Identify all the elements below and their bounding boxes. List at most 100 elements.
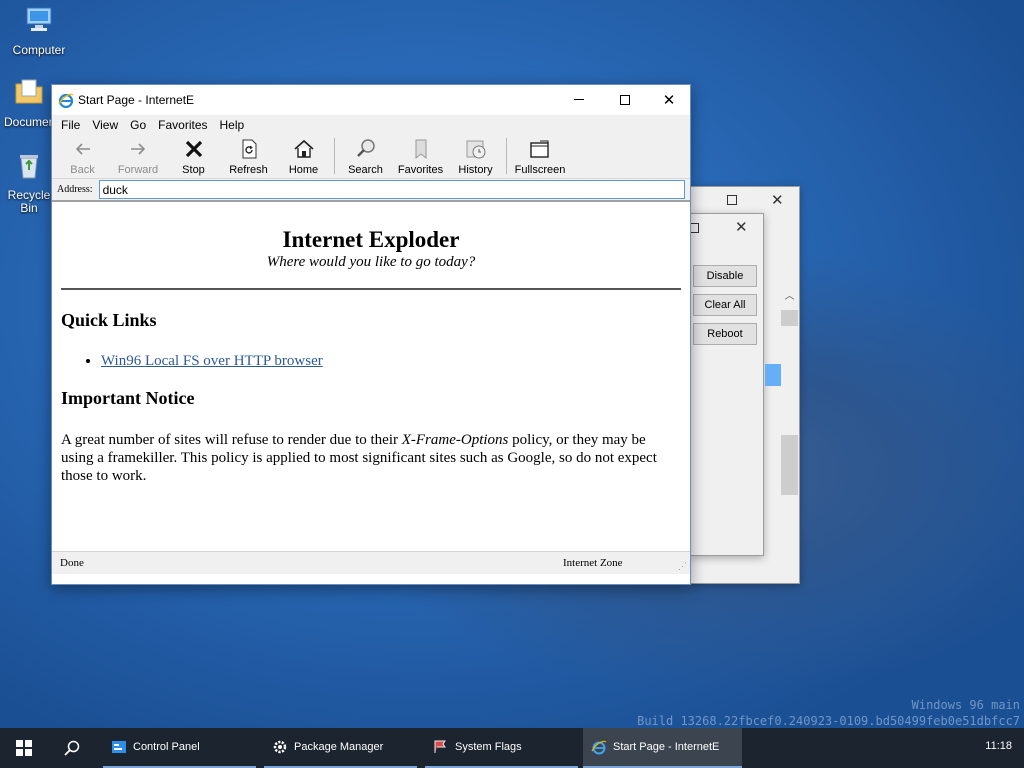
menu-go[interactable]: Go bbox=[124, 118, 152, 132]
divider bbox=[61, 288, 681, 290]
desktop-icon-computer[interactable]: Computer bbox=[4, 4, 74, 57]
minimize-icon bbox=[574, 99, 584, 100]
windows-logo-icon bbox=[16, 740, 32, 756]
maximize-icon[interactable] bbox=[727, 195, 737, 205]
resize-grip-icon[interactable]: ⋰ bbox=[678, 561, 687, 572]
status-bar: Done Internet Zone ⋰ bbox=[52, 551, 690, 574]
favorites-icon bbox=[415, 139, 426, 160]
recycle-bin-icon bbox=[20, 155, 38, 179]
maximize-icon[interactable] bbox=[691, 223, 699, 233]
address-bar: Address: bbox=[52, 179, 690, 202]
taskbar-app-label: Control Panel bbox=[133, 741, 200, 753]
computer-icon bbox=[26, 7, 52, 31]
history-icon bbox=[466, 140, 485, 159]
zone-text: Internet Zone bbox=[563, 557, 623, 569]
refresh-icon bbox=[242, 139, 256, 159]
taskbar: Control Panel Package Manager System Fla… bbox=[0, 728, 1024, 768]
quick-links-list: Win96 Local FS over HTTP browser bbox=[101, 353, 681, 370]
title-bar[interactable]: Start Page - InternetE ✕ bbox=[52, 85, 690, 114]
toolbar-separator bbox=[506, 138, 507, 174]
watermark-line-2: Build 13268.22fbcef0.240923-0109.bd50499… bbox=[637, 714, 1020, 728]
desktop-icon-label: Documents bbox=[4, 115, 54, 129]
scrollbar[interactable] bbox=[781, 429, 798, 559]
watermark-line-1: Windows 96 main bbox=[911, 698, 1020, 712]
toolbar-separator bbox=[334, 138, 335, 174]
status-text: Done bbox=[60, 557, 84, 569]
address-input[interactable] bbox=[98, 180, 685, 199]
toolbar: Back Forward Stop Refresh Home Search Fa… bbox=[52, 134, 690, 179]
favorites-button[interactable]: Favorites bbox=[393, 134, 448, 178]
system-flags-icon bbox=[434, 740, 446, 753]
forward-arrow-icon bbox=[131, 143, 146, 155]
stop-button[interactable]: Stop bbox=[166, 134, 221, 178]
home-button[interactable]: Home bbox=[276, 134, 331, 178]
close-icon[interactable]: ✕ bbox=[771, 191, 784, 209]
menu-favorites[interactable]: Favorites bbox=[152, 118, 213, 132]
desktop-icon-label: Recycle Bin bbox=[7, 188, 51, 215]
quick-link[interactable]: Win96 Local FS over HTTP browser bbox=[101, 353, 323, 369]
page-heading: Internet Exploder bbox=[282, 227, 460, 252]
list-item: Win96 Local FS over HTTP browser bbox=[101, 353, 681, 370]
history-button[interactable]: History bbox=[448, 134, 503, 178]
search-icon bbox=[356, 139, 375, 157]
fullscreen-label: Fullscreen bbox=[514, 164, 566, 176]
home-label: Home bbox=[288, 164, 319, 176]
close-button[interactable]: ✕ bbox=[646, 85, 692, 114]
taskbar-app-label: Start Page - InternetE bbox=[613, 741, 720, 753]
forward-label: Forward bbox=[117, 164, 159, 176]
close-icon[interactable]: ✕ bbox=[735, 218, 748, 236]
close-icon: ✕ bbox=[662, 91, 676, 109]
scrollbar[interactable]: ︿ bbox=[781, 287, 798, 407]
back-button[interactable]: Back bbox=[55, 134, 110, 178]
internet-explorer-icon bbox=[591, 740, 607, 755]
menu-help[interactable]: Help bbox=[214, 118, 251, 132]
history-label: History bbox=[458, 164, 493, 176]
taskbar-app-internet-explorer[interactable]: Start Page - InternetE bbox=[583, 728, 742, 768]
quick-links-heading: Quick Links bbox=[61, 310, 157, 330]
back-label: Back bbox=[70, 164, 95, 176]
search-button[interactable]: Search bbox=[338, 134, 393, 178]
search-label: Search bbox=[348, 164, 383, 176]
taskbar-app-label: Package Manager bbox=[294, 741, 384, 753]
maximize-button[interactable] bbox=[602, 85, 648, 114]
page-subtitle: Where would you like to go today? bbox=[266, 254, 476, 270]
taskbar-app-control-panel[interactable]: Control Panel bbox=[103, 728, 256, 768]
forward-button[interactable]: Forward bbox=[110, 134, 166, 178]
desktop-icon-label: Computer bbox=[12, 43, 66, 57]
taskbar-search-button[interactable] bbox=[48, 728, 96, 768]
refresh-button[interactable]: Refresh bbox=[221, 134, 276, 178]
stop-label: Stop bbox=[182, 164, 205, 176]
stop-x-icon bbox=[185, 140, 202, 158]
selection-highlight bbox=[765, 364, 781, 386]
taskbar-app-system-flags[interactable]: System Flags bbox=[425, 728, 578, 768]
reboot-button[interactable]: Reboot bbox=[693, 323, 757, 345]
menu-file[interactable]: File bbox=[55, 118, 86, 132]
scroll-thumb[interactable] bbox=[781, 435, 798, 495]
notice-heading: Important Notice bbox=[61, 388, 195, 408]
control-panel-icon bbox=[112, 741, 126, 753]
clear-all-button[interactable]: Clear All bbox=[693, 294, 757, 316]
page-content: Internet Exploder Where would you like t… bbox=[52, 202, 690, 551]
disable-button[interactable]: Disable bbox=[693, 265, 757, 287]
scroll-thumb[interactable] bbox=[781, 310, 798, 326]
internet-explorer-icon bbox=[58, 93, 74, 108]
scroll-up-icon[interactable]: ︿ bbox=[781, 287, 798, 302]
taskbar-app-package-manager[interactable]: Package Manager bbox=[264, 728, 417, 768]
menu-view[interactable]: View bbox=[86, 118, 124, 132]
back-arrow-icon bbox=[75, 143, 90, 155]
desktop-icon-recycle-bin[interactable]: Recycle Bin bbox=[4, 150, 54, 215]
maximize-icon bbox=[620, 94, 630, 105]
documents-folder-icon bbox=[15, 79, 43, 104]
start-button[interactable] bbox=[0, 728, 48, 768]
fullscreen-button[interactable]: Fullscreen bbox=[510, 134, 570, 178]
minimize-button[interactable] bbox=[556, 85, 602, 114]
search-icon bbox=[64, 740, 80, 756]
taskbar-app-label: System Flags bbox=[455, 741, 522, 753]
desktop-icon-documents[interactable]: Documents bbox=[4, 76, 54, 129]
taskbar-clock[interactable]: 11:18 bbox=[985, 740, 1012, 752]
notice-emphasis: X-Frame-Options bbox=[401, 432, 509, 448]
flags-window[interactable]: ✕ Disable Clear All Reboot bbox=[690, 213, 781, 556]
home-icon bbox=[293, 139, 314, 158]
browser-window[interactable]: Start Page - InternetE ✕ File View Go Fa… bbox=[51, 84, 691, 585]
build-watermark: Windows 96 main Build 13268.22fbcef0.240… bbox=[637, 697, 1020, 729]
